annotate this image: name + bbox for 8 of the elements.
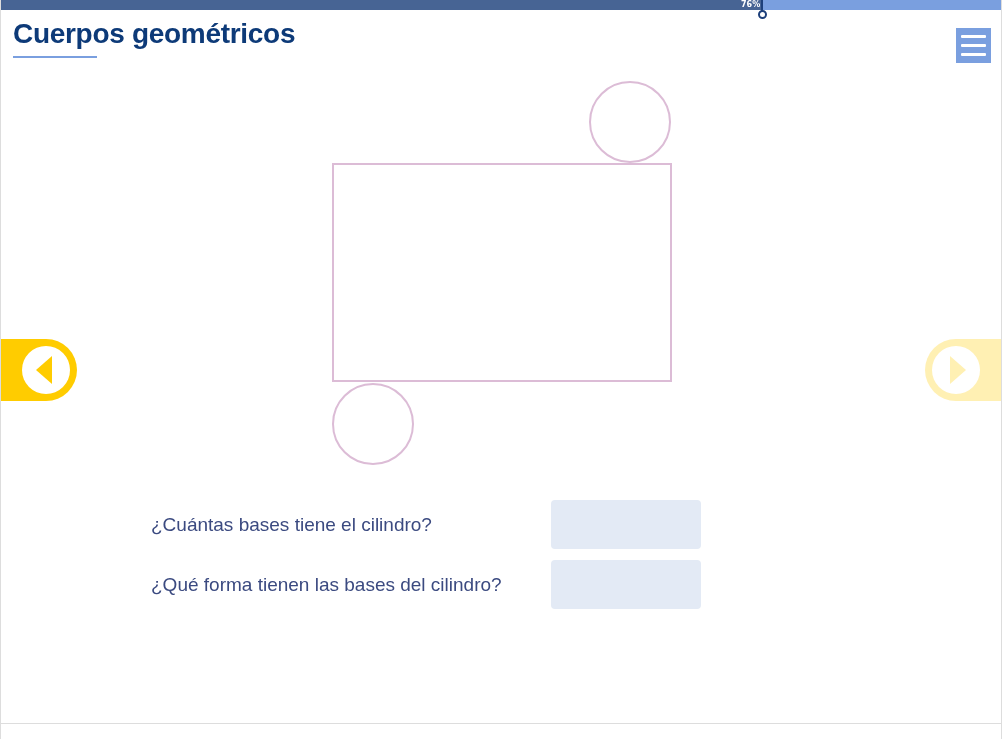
previous-button[interactable] (1, 339, 77, 401)
question-text: ¿Qué forma tienen las bases del cilindro? (151, 573, 503, 596)
answer-field[interactable] (551, 500, 701, 549)
page-title: Cuerpos geométricos (13, 18, 296, 50)
question-text: ¿Cuántas bases tiene el cilindro? (151, 513, 433, 536)
progress-label: 76% (741, 0, 761, 10)
menu-button[interactable] (956, 28, 991, 63)
answer-field[interactable] (551, 560, 701, 609)
